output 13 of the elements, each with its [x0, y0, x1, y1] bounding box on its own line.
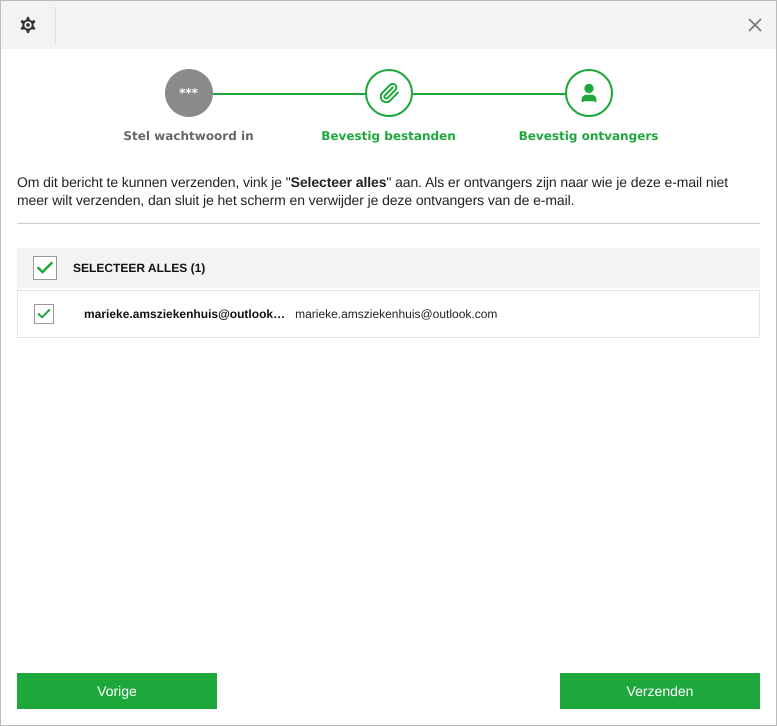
- password-symbol: ***: [179, 86, 198, 100]
- instruction-text: Om dit bericht te kunnen verzenden, vink je "Selecteer alles" aan. Als er ontvangers zijn naar wie je deze e-mail niet meer wilt verzenden, dan sluit je het scherm en verwijder je deze ontvangers van de e-mail.: [17, 173, 729, 209]
- paperclip-icon: [378, 82, 400, 104]
- step-label: Bevestig ontvangers: [518, 129, 658, 143]
- recipient-checkbox[interactable]: [34, 304, 54, 324]
- step-label: Stel wachtwoord in: [123, 129, 254, 143]
- back-button[interactable]: Vorige: [17, 673, 217, 709]
- send-button[interactable]: Verzenden: [560, 673, 760, 709]
- select-all-label: SELECTEER ALLES (1): [73, 261, 206, 275]
- recipient-name: marieke.amsziekenhuis@outlook…: [84, 307, 286, 321]
- select-all-checkbox[interactable]: [33, 256, 57, 280]
- step-label: Bevestig bestanden: [321, 129, 456, 143]
- recipient-email: marieke.amsziekenhuis@outlook.com: [295, 307, 498, 321]
